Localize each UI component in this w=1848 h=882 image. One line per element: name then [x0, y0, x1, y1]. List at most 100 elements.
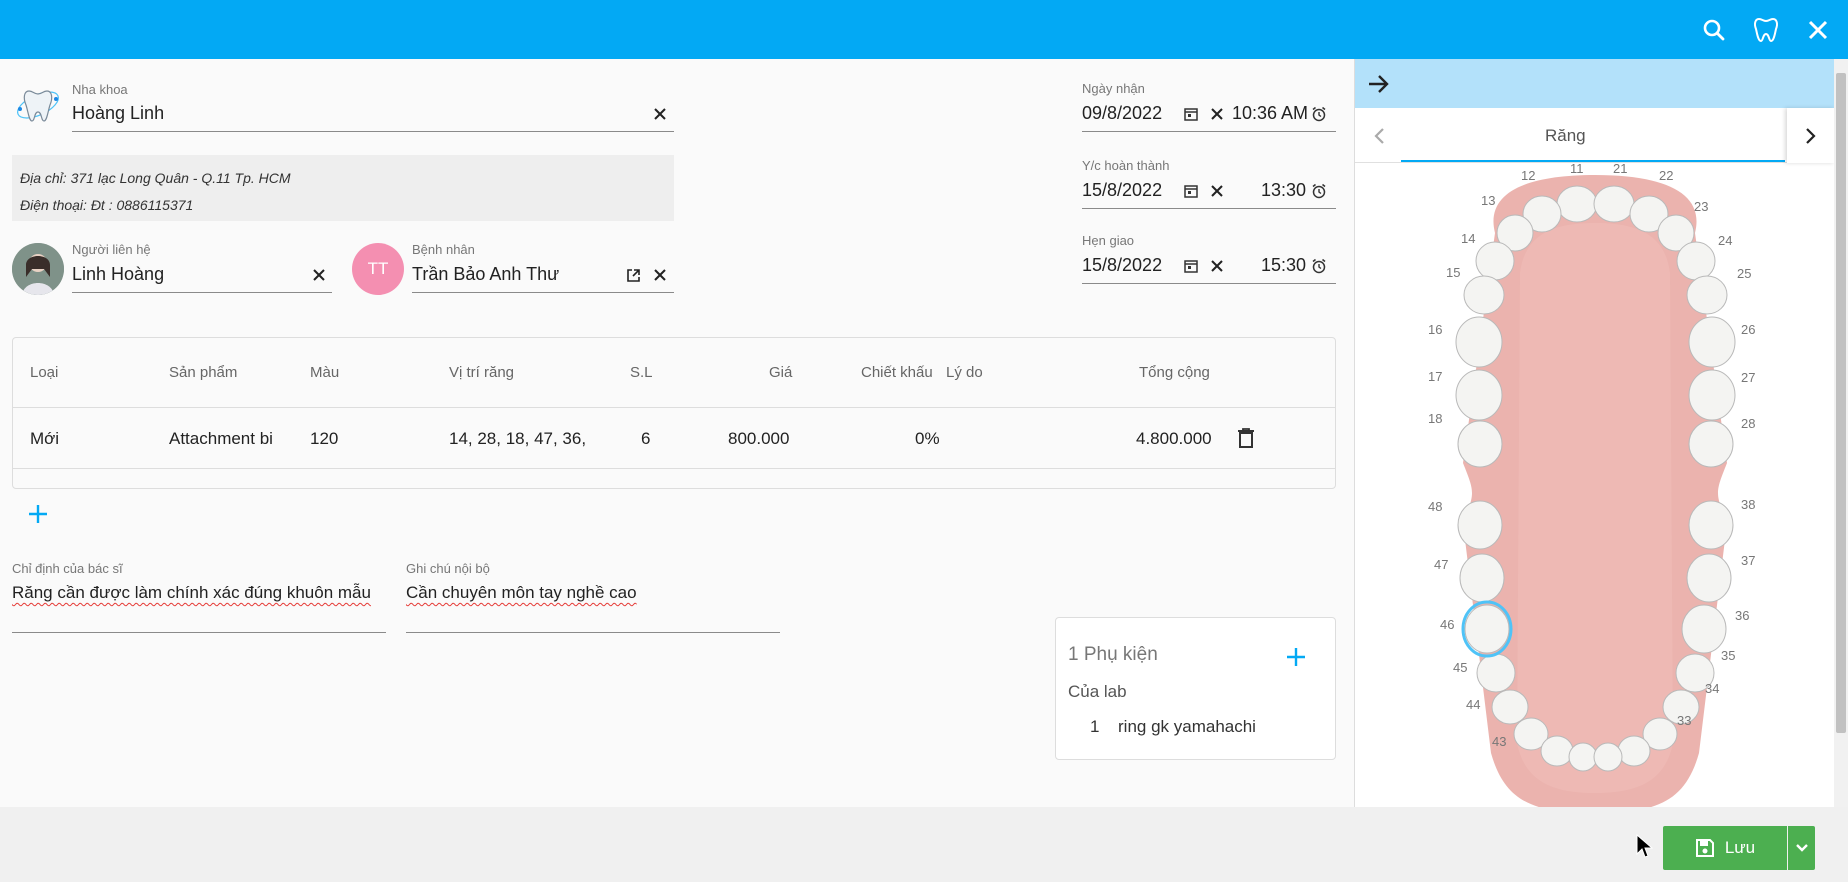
top-app-bar — [0, 0, 1848, 59]
floppy-disk-icon — [1695, 839, 1714, 857]
clinic-underline — [72, 131, 674, 132]
col-qty: S.L — [630, 364, 653, 381]
cell-qty: 6 — [641, 429, 651, 448]
close-icon[interactable] — [1802, 14, 1834, 46]
col-type: Loại — [30, 364, 59, 381]
internal-note-label: Ghi chú nội bộ — [406, 561, 490, 576]
cell-color: 120 — [310, 429, 339, 448]
col-reason: Lý do — [946, 364, 983, 381]
accessory-subtitle: Của lab — [1068, 682, 1127, 701]
patient-input[interactable]: Trần Bảo Anh Thư — [412, 264, 559, 285]
date-received-input[interactable]: 09/8/2022 — [1082, 103, 1162, 124]
accessory-name: ring gk yamahachi — [1118, 717, 1256, 736]
panel-tabs: Răng — [1355, 108, 1848, 163]
tooth-36: 36 — [1735, 608, 1750, 623]
clock-icon[interactable] — [1310, 182, 1328, 200]
tooth-43: 43 — [1492, 734, 1507, 749]
col-product: Sản phẩm — [169, 364, 238, 381]
time-required-input[interactable]: 13:30 — [1261, 180, 1306, 201]
patient-clear-icon[interactable] — [651, 266, 669, 284]
cell-price: 800.000 — [728, 429, 790, 448]
delete-icon[interactable] — [1235, 425, 1257, 451]
mouse-cursor-icon — [1636, 834, 1654, 858]
col-teeth: Vị trí răng — [449, 364, 515, 381]
add-accessory-icon[interactable] — [1285, 646, 1307, 668]
internal-note-input[interactable]: Cần chuyên môn tay nghề cao — [406, 583, 637, 603]
tooth-26: 26 — [1741, 322, 1756, 337]
tooth-33: 33 — [1677, 713, 1692, 728]
clinic-label: Nha khoa — [72, 82, 128, 97]
open-external-icon[interactable] — [624, 266, 642, 284]
accessory-qty: 1 — [1090, 717, 1100, 736]
accessory-title: 1 Phụ kiện — [1068, 644, 1158, 665]
tab-indicator — [1401, 160, 1785, 162]
panel-scrollbar[interactable] — [1834, 59, 1848, 807]
save-label: Lưu — [1724, 838, 1756, 857]
date-received-clear-icon[interactable] — [1208, 105, 1226, 123]
table-header: Loại Sản phẩm Màu Vị trí răng S.L Giá Ch… — [13, 338, 1335, 408]
panel-header — [1355, 59, 1848, 108]
search-icon[interactable] — [1698, 14, 1730, 46]
tooth-icon[interactable] — [1750, 14, 1782, 46]
clinic-clear-icon[interactable] — [651, 105, 669, 123]
clock-icon[interactable] — [1310, 105, 1328, 123]
clinic-input[interactable]: Hoàng Linh — [72, 103, 164, 124]
tooth-25: 25 — [1737, 266, 1752, 281]
clinic-phone: Điện thoại: Đt : 0886115371 — [20, 197, 194, 213]
clinic-address-box: Địa chỉ: 371 lạc Long Quân - Q.11 Tp. HC… — [12, 155, 674, 221]
date-required-label: Y/c hoàn thành — [1082, 158, 1170, 173]
tab-teeth[interactable]: Răng — [1545, 126, 1586, 146]
tooth-23: 23 — [1694, 199, 1709, 214]
contact-input[interactable]: Linh Hoàng — [72, 264, 164, 285]
date-received-label: Ngày nhận — [1082, 81, 1145, 96]
calendar-icon[interactable] — [1182, 257, 1200, 275]
chevron-left-icon[interactable] — [1369, 126, 1389, 146]
chevron-right-button[interactable] — [1787, 108, 1835, 163]
cell-total: 4.800.000 — [1136, 429, 1212, 448]
calendar-icon[interactable] — [1182, 105, 1200, 123]
col-color: Màu — [310, 364, 340, 381]
calendar-icon[interactable] — [1182, 182, 1200, 200]
tooth-47: 47 — [1434, 557, 1449, 572]
patient-underline — [412, 292, 674, 293]
tooth-38: 38 — [1741, 497, 1756, 512]
date-required-input[interactable]: 15/8/2022 — [1082, 180, 1162, 201]
teeth-chart[interactable] — [1355, 163, 1835, 807]
date-received-underline — [1082, 131, 1336, 132]
tooth-17: 17 — [1428, 369, 1443, 384]
col-price: Giá — [769, 364, 793, 381]
bottom-action-bar — [0, 807, 1848, 882]
date-delivery-input[interactable]: 15/8/2022 — [1082, 255, 1162, 276]
clock-icon[interactable] — [1310, 257, 1328, 275]
save-button[interactable]: Lưu — [1663, 826, 1787, 870]
time-received-input[interactable]: 10:36 AM — [1232, 103, 1308, 124]
date-required-clear-icon[interactable] — [1208, 182, 1226, 200]
tooth-14: 14 — [1461, 231, 1476, 246]
date-delivery-underline — [1082, 283, 1336, 284]
tooth-18: 18 — [1428, 411, 1443, 426]
save-options-button[interactable] — [1788, 826, 1815, 870]
cell-discount: 0% — [915, 429, 940, 448]
add-row-icon[interactable] — [26, 502, 50, 526]
chevron-right-icon — [1806, 127, 1816, 144]
doctor-note-underline — [12, 632, 386, 633]
tooth-44: 44 — [1466, 697, 1481, 712]
time-delivery-input[interactable]: 15:30 — [1261, 255, 1306, 276]
tooth-46: 46 — [1440, 617, 1455, 632]
scrollbar-thumb[interactable] — [1836, 73, 1846, 733]
arrow-right-icon[interactable] — [1367, 73, 1391, 95]
doctor-note-input[interactable]: Răng cần được làm chính xác đúng khuôn m… — [12, 583, 371, 603]
contact-clear-icon[interactable] — [310, 266, 328, 284]
tooth-21: 21 — [1613, 161, 1628, 176]
tooth-12: 12 — [1521, 168, 1536, 183]
chevron-down-icon — [1795, 844, 1808, 852]
accessory-card: 1 Phụ kiện Của lab 1 ring gk yamahachi — [1055, 617, 1336, 760]
tooth-22: 22 — [1659, 168, 1674, 183]
row-divider — [13, 468, 1335, 469]
date-delivery-clear-icon[interactable] — [1208, 257, 1226, 275]
contact-underline — [72, 292, 332, 293]
clinic-address: Địa chỉ: 371 lạc Long Quân - Q.11 Tp. HC… — [20, 170, 291, 186]
tooth-13: 13 — [1481, 193, 1496, 208]
cell-product: Attachment bi — [169, 429, 273, 448]
cell-teeth: 14, 28, 18, 47, 36, — [449, 429, 587, 448]
